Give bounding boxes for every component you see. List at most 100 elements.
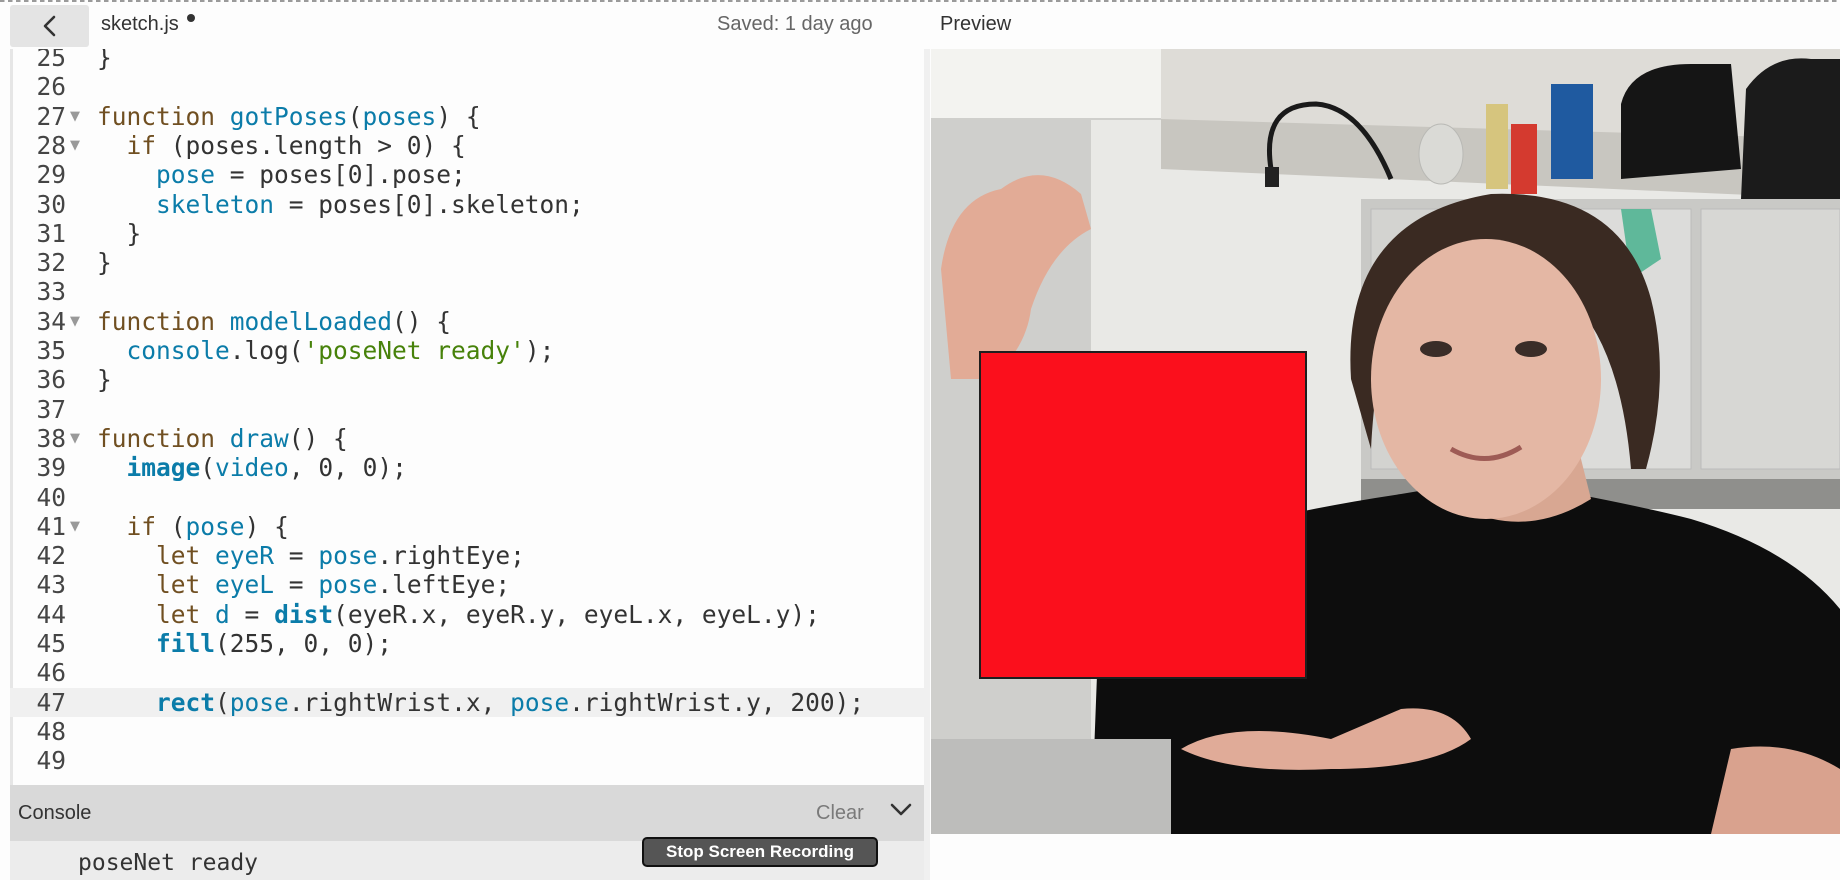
code-token: gotPoses [229,101,348,131]
code-token: () { [288,423,348,453]
code-token: pose [318,570,378,600]
code-line[interactable]: 49 [10,746,924,775]
code-token: (poses.length > 0) { [156,130,466,160]
top-dashed-border [0,0,1840,2]
code-line[interactable]: 34 ▼ function modelLoaded() { [10,307,924,336]
code-text: console.log('poseNet ready'); [97,336,555,365]
code-line[interactable]: 30 skeleton = poses[0].skeleton; [10,190,924,219]
code-token: = [229,599,275,629]
code-text: } [97,49,112,72]
code-line[interactable]: 29 pose = poses[0].pose; [10,160,924,189]
line-number: 25 [36,49,66,72]
preview-canvas[interactable] [931,49,1840,834]
line-number: 36 [36,365,66,395]
pane-divider[interactable] [924,49,930,880]
code-line[interactable]: 38 ▼ function draw() { [10,424,924,453]
code-line[interactable]: 25} [10,49,924,72]
code-token: d [215,599,230,629]
code-text: function draw() { [97,424,348,453]
code-line[interactable]: 32} [10,248,924,277]
code-token: ) { [436,101,481,131]
code-line[interactable]: 40 [10,483,924,512]
code-token: video [215,453,289,483]
code-token: pose [510,687,570,717]
code-token: .rightWrist.x, [288,687,511,717]
line-number: 42 [36,541,66,571]
console-clear-button[interactable]: Clear [816,802,864,825]
code-line[interactable]: 47 rect(pose.rightWrist.x, pose.rightWri… [10,687,924,717]
code-token: = [274,541,319,571]
code-text: } [97,248,112,277]
code-token: .rightWrist.y, 200); [569,687,865,717]
code-token: let [156,541,216,571]
console-header: Console Clear [10,785,924,841]
code-token: if [126,130,157,160]
fold-arrow-icon[interactable]: ▼ [70,307,80,336]
fold-arrow-icon[interactable]: ▼ [70,424,80,453]
code-text: if (poses.length > 0) { [97,131,466,160]
file-name-tab[interactable]: sketch.js [101,13,179,36]
code-token: fill [156,629,216,658]
code-token: () { [392,306,452,336]
code-line[interactable]: 35 console.log('poseNet ready'); [10,336,924,365]
fold-arrow-icon[interactable]: ▼ [70,131,80,160]
fold-arrow-icon[interactable]: ▼ [70,102,80,131]
code-text: fill(255, 0, 0); [97,629,392,658]
code-text: pose = poses[0].pose; [97,160,466,189]
code-line[interactable]: 45 fill(255, 0, 0); [10,629,924,658]
code-token: function [97,423,230,453]
line-number: 43 [36,570,66,600]
code-token: pose [229,687,289,717]
code-line[interactable]: 41 ▼ if (pose) { [10,512,924,541]
code-token: function [97,306,230,336]
code-line[interactable]: 44 let d = dist(eyeR.x, eyeR.y, eyeL.x, … [10,600,924,629]
code-line[interactable]: 31 } [10,219,924,248]
code-line[interactable]: 26 [10,72,924,101]
code-token: rect [156,687,216,717]
code-line[interactable]: 27 ▼ function gotPoses(poses) { [10,102,924,131]
code-line[interactable]: 46 [10,658,924,687]
code-line[interactable]: 39 image(video, 0, 0); [10,453,924,482]
saved-status: Saved: 1 day ago [717,13,873,35]
code-token: (eyeR.x, eyeR.y, eyeL.x, eyeL.y); [333,599,820,629]
line-number: 28 [36,130,66,160]
code-token: if [126,511,157,541]
line-number: 47 [36,687,66,717]
code-line[interactable]: 36} [10,365,924,394]
preview-footer-area [931,834,1840,880]
code-token: skeleton [156,189,275,219]
console-message: poseNet ready [78,850,259,876]
line-number: 41 [36,511,66,541]
chevron-down-icon[interactable] [890,803,912,822]
line-number: 40 [36,482,66,512]
code-line[interactable]: 42 let eyeR = pose.rightEye; [10,541,924,570]
line-number: 35 [36,336,66,365]
code-token: image [126,453,201,483]
line-number: 34 [36,306,66,336]
code-line[interactable]: 33 [10,277,924,306]
back-button[interactable] [10,5,89,47]
line-number: 32 [36,248,66,278]
code-token: console [126,336,230,365]
code-line[interactable]: 48 [10,717,924,746]
line-number: 48 [36,716,66,746]
code-token: ( [347,101,363,131]
code-token: (255, 0, 0); [215,629,393,658]
code-token: let [156,570,216,600]
fold-arrow-icon[interactable]: ▼ [70,512,80,541]
stop-screen-recording-button[interactable]: Stop Screen Recording [642,837,878,867]
code-editor[interactable]: 25} 26 27 ▼ function gotPoses(poses) {28 ▼ if… [10,49,924,785]
code-text: image(video, 0, 0); [97,453,407,482]
code-line[interactable]: 43 let eyeL = pose.leftEye; [10,570,924,599]
chevron-left-icon [43,15,55,37]
code-token: .leftEye; [377,570,511,600]
code-line[interactable]: 37 [10,395,924,424]
code-line[interactable]: 28 ▼ if (poses.length > 0) { [10,131,924,160]
code-text: let d = dist(eyeR.x, eyeR.y, eyeL.x, eye… [97,600,820,629]
